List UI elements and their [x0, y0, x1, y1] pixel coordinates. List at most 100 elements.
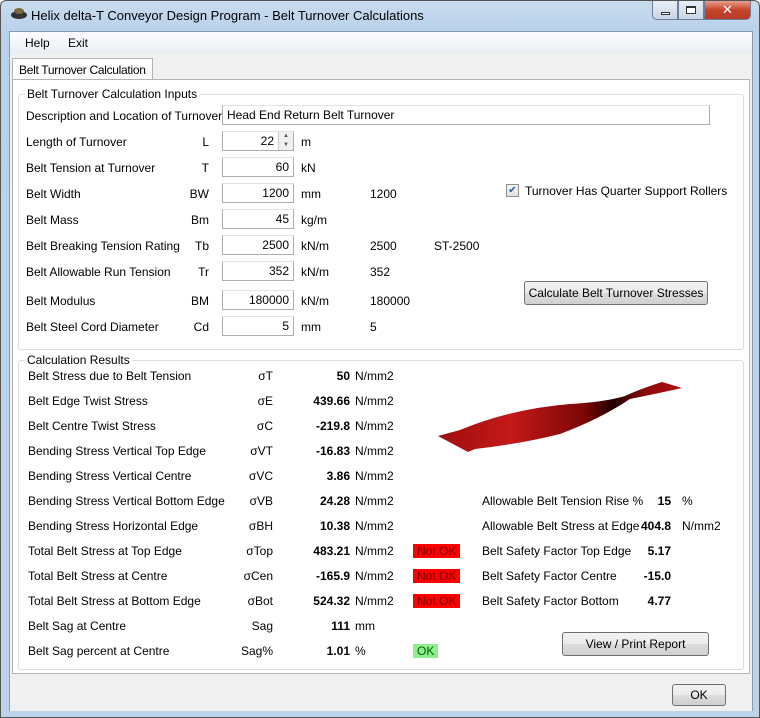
input-symbol: BM: [191, 294, 209, 308]
close-button[interactable]: ✕: [704, 1, 751, 20]
result-label: Bending Stress Vertical Bottom Edge: [28, 494, 225, 508]
quarter-rollers-checkbox[interactable]: ✔: [506, 184, 519, 197]
input-field-tb[interactable]: 2500: [222, 235, 294, 255]
result-label: Belt Sag at Centre: [28, 619, 127, 633]
result-symbol: σCen: [243, 569, 273, 583]
tab-belt-turnover-calculation[interactable]: Belt Turnover Calculation: [12, 58, 153, 81]
result-label: Belt Centre Twist Stress: [28, 419, 156, 433]
status-badge: Not OK: [413, 594, 461, 608]
input-label: Belt Modulus: [26, 294, 96, 308]
result-value: 111: [331, 619, 350, 633]
input-unit: m: [301, 135, 311, 149]
result-symbol: σT: [258, 369, 273, 383]
input-unit: kN/m: [301, 239, 329, 253]
input-field-t[interactable]: 60: [222, 157, 294, 177]
results-group-label: Calculation Results: [25, 353, 132, 367]
result-symbol: σBot: [247, 594, 273, 608]
calculate-stresses-button[interactable]: Calculate Belt Turnover Stresses: [524, 281, 708, 305]
summary-value: 404.8: [640, 519, 671, 533]
input-symbol: Tr: [198, 265, 209, 279]
length-spinner[interactable]: ▲ ▼: [278, 132, 293, 150]
result-label: Total Belt Stress at Bottom Edge: [28, 594, 201, 608]
summary-unit: %: [682, 494, 693, 508]
close-icon: ✕: [722, 2, 733, 17]
input-label: Belt Steel Cord Diameter: [26, 320, 159, 334]
description-label: Description and Location of Turnover: [26, 109, 223, 123]
result-value: 3.86: [326, 469, 350, 483]
status-badge: OK: [413, 644, 439, 658]
spin-down-icon[interactable]: ▼: [279, 141, 293, 150]
input-field-bw[interactable]: 1200: [222, 183, 294, 203]
status-badge: Not OK: [413, 569, 461, 583]
belt-turnover-graphic: [438, 382, 682, 452]
summary-value: 4.77: [647, 594, 671, 608]
result-symbol: σVC: [248, 469, 273, 483]
input-symbol: L: [202, 135, 209, 149]
belt-surface: [438, 382, 682, 452]
result-unit: N/mm2: [355, 444, 394, 458]
quarter-rollers-label: Turnover Has Quarter Support Rollers: [525, 184, 728, 198]
view-print-report-button[interactable]: View / Print Report: [562, 632, 709, 656]
menu-exit[interactable]: Exit: [68, 36, 88, 50]
app-icon: [11, 8, 27, 19]
input-symbol: Bm: [191, 213, 209, 227]
minimize-button[interactable]: [652, 1, 678, 20]
input-field-bm[interactable]: 180000: [222, 290, 294, 310]
result-label: Belt Stress due to Belt Tension: [28, 369, 192, 383]
result-label: Belt Sag percent at Centre: [28, 644, 170, 658]
summary-value: 15: [657, 494, 671, 508]
input-derived-value: 5: [370, 320, 377, 334]
inputs-group: Belt Turnover Calculation Inputs: [18, 87, 744, 350]
spin-up-icon[interactable]: ▲: [279, 132, 293, 141]
input-unit: kN/m: [301, 294, 329, 308]
result-symbol: σBH: [248, 519, 273, 533]
result-value: 50: [336, 369, 350, 383]
input-label: Belt Width: [26, 187, 81, 201]
input-symbol: T: [201, 161, 209, 175]
summary-label: Belt Safety Factor Bottom: [482, 594, 619, 608]
tab-page: Belt Turnover Calculation Inputs Descrip…: [12, 79, 750, 674]
input-symbol: Cd: [193, 320, 209, 334]
minimize-icon: [660, 11, 670, 15]
result-symbol: σTop: [246, 544, 273, 558]
result-symbol: Sag: [251, 619, 273, 633]
result-unit: N/mm2: [355, 519, 394, 533]
maximize-button[interactable]: [678, 1, 704, 20]
window-frame: Helix delta-T Conveyor Design Program - …: [0, 0, 760, 718]
result-value: 24.28: [319, 494, 350, 508]
result-symbol: Sag%: [240, 644, 273, 658]
input-derived-value: 2500: [370, 239, 397, 253]
input-field-cd[interactable]: 5: [222, 316, 294, 336]
input-label: Belt Breaking Tension Rating: [26, 239, 180, 253]
result-unit: N/mm2: [355, 469, 394, 483]
tab-strip: Belt Turnover Calculation: [10, 56, 752, 81]
input-field-tr[interactable]: 352: [222, 261, 294, 281]
summary-label: Belt Safety Factor Centre: [482, 569, 617, 583]
ok-button[interactable]: OK: [672, 684, 726, 706]
result-label: Bending Stress Horizontal Edge: [28, 519, 199, 533]
result-value: -16.83: [315, 444, 350, 458]
menu-help[interactable]: Help: [25, 36, 50, 50]
result-unit: N/mm2: [355, 544, 394, 558]
input-unit: mm: [301, 187, 321, 201]
result-value: 439.66: [313, 394, 350, 408]
result-unit: N/mm2: [355, 369, 394, 383]
input-derived-value: 180000: [370, 294, 411, 308]
result-unit: N/mm2: [355, 494, 394, 508]
input-field-l[interactable]: 22 ▲ ▼: [222, 131, 294, 151]
window-title: Helix delta-T Conveyor Design Program - …: [31, 8, 424, 23]
input-field-bm[interactable]: 45: [222, 209, 294, 229]
result-unit: N/mm2: [355, 394, 394, 408]
title-bar: Helix delta-T Conveyor Design Program - …: [1, 1, 759, 31]
result-value: 10.38: [319, 519, 350, 533]
input-unit: kN: [301, 161, 316, 175]
result-label: Total Belt Stress at Top Edge: [28, 544, 182, 558]
input-symbol: Tb: [194, 239, 209, 253]
description-input[interactable]: Head End Return Belt Turnover: [222, 105, 710, 125]
summary-value: -15.0: [643, 569, 671, 583]
input-unit: kg/m: [301, 213, 328, 227]
result-label: Bending Stress Vertical Centre: [28, 469, 192, 483]
input-label: Belt Allowable Run Tension: [26, 265, 171, 279]
result-label: Bending Stress Vertical Top Edge: [28, 444, 206, 458]
input-derived-value: 1200: [370, 187, 397, 201]
